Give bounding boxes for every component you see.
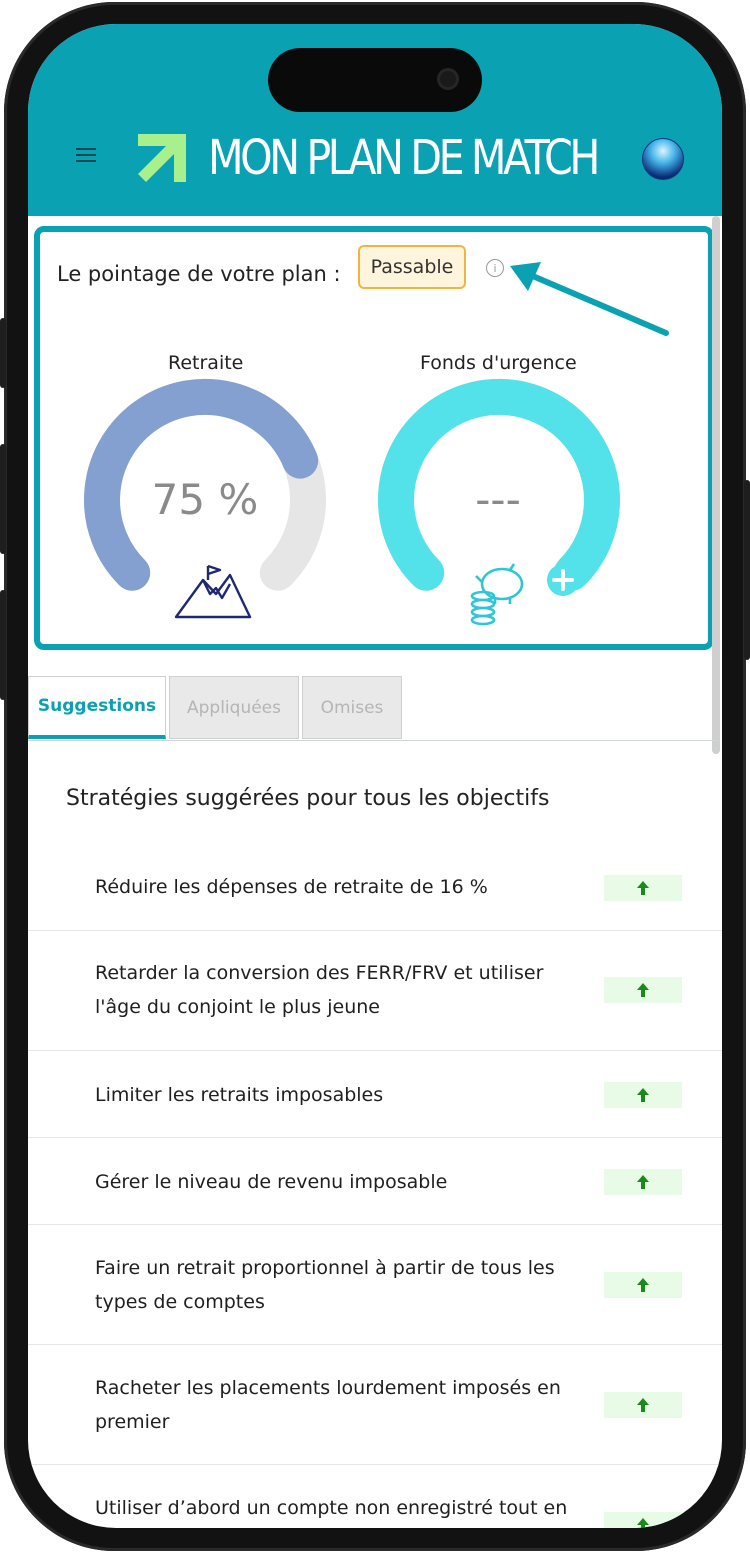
strategy-text: Gérer le niveau de revenu imposable [95,1171,448,1193]
arrow-up-icon [637,881,649,895]
strategy-item[interactable]: Réduire les dépenses de retraite de 16 % [28,848,722,931]
retraite-gauge-value: 75 % [151,475,259,524]
tab-omises[interactable]: Omises [302,676,402,739]
add-circle-icon[interactable] [547,564,579,596]
impact-badge [604,1169,682,1195]
gauges-canvas [84,378,620,626]
strategy-tabs: Suggestions Appliquées Omises [28,676,718,741]
app-screen: MON PLAN DE MATCH Le pointage de votre p… [28,24,722,1528]
hamburger-menu-icon[interactable] [76,148,96,162]
action-button [0,318,6,388]
fonds-urgence-gauge-value: --- [475,475,521,524]
piggy-bank-icon [470,563,524,626]
power-button [744,480,750,660]
strategy-text: Faire un retrait proportionnel à partir … [95,1257,555,1313]
impact-badge [604,1082,682,1108]
strategy-item[interactable]: Racheter les placements lourdement impos… [28,1344,722,1465]
brand-arrow-icon [138,134,186,182]
impact-badge [604,1392,682,1418]
avatar[interactable] [642,138,684,180]
strategy-text: Racheter les placements lourdement impos… [95,1377,561,1433]
strategy-item[interactable]: Limiter les retraits imposables [28,1050,722,1138]
app-header: MON PLAN DE MATCH [28,24,722,216]
scrollbar[interactable] [712,216,720,754]
impact-badge [604,977,682,1003]
strategy-text: Utiliser d’abord un compte non enregistr… [95,1497,568,1519]
arrow-up-icon [637,983,649,997]
impact-badge [604,1272,682,1298]
arrow-up-icon [637,1088,649,1102]
strategy-text: Réduire les dépenses de retraite de 16 % [95,876,488,898]
strategy-text: Limiter les retraits imposables [95,1084,384,1106]
strategy-text: Retarder la conversion des FERR/FRV et u… [95,962,544,1018]
strategy-item[interactable]: Faire un retrait proportionnel à partir … [28,1224,722,1345]
plan-score-panel: Le pointage de votre plan : Passable i R… [34,226,714,650]
app-title: MON PLAN DE MATCH [208,130,600,186]
strategy-item[interactable]: Gérer le niveau de revenu imposable [28,1137,722,1225]
volume-down-button [0,590,6,700]
section-title: Stratégies suggérées pour tous les objec… [66,786,550,811]
tab-appliquees[interactable]: Appliquées [169,676,299,739]
mountain-flag-icon [174,564,252,619]
tab-suggestions[interactable]: Suggestions [28,676,166,739]
impact-badge [604,1512,682,1528]
arrow-up-icon [637,1175,649,1189]
strategy-item[interactable]: Retarder la conversion des FERR/FRV et u… [28,930,722,1051]
arrow-up-icon [637,1278,649,1292]
arrow-up-icon [637,1398,649,1412]
brand-logo: MON PLAN DE MATCH [136,130,660,186]
volume-up-button [0,444,6,554]
camera-icon [437,68,459,90]
impact-badge [604,875,682,901]
arrow-up-icon [637,1518,649,1528]
strategy-item[interactable]: Utiliser d’abord un compte non enregistr… [28,1464,722,1528]
